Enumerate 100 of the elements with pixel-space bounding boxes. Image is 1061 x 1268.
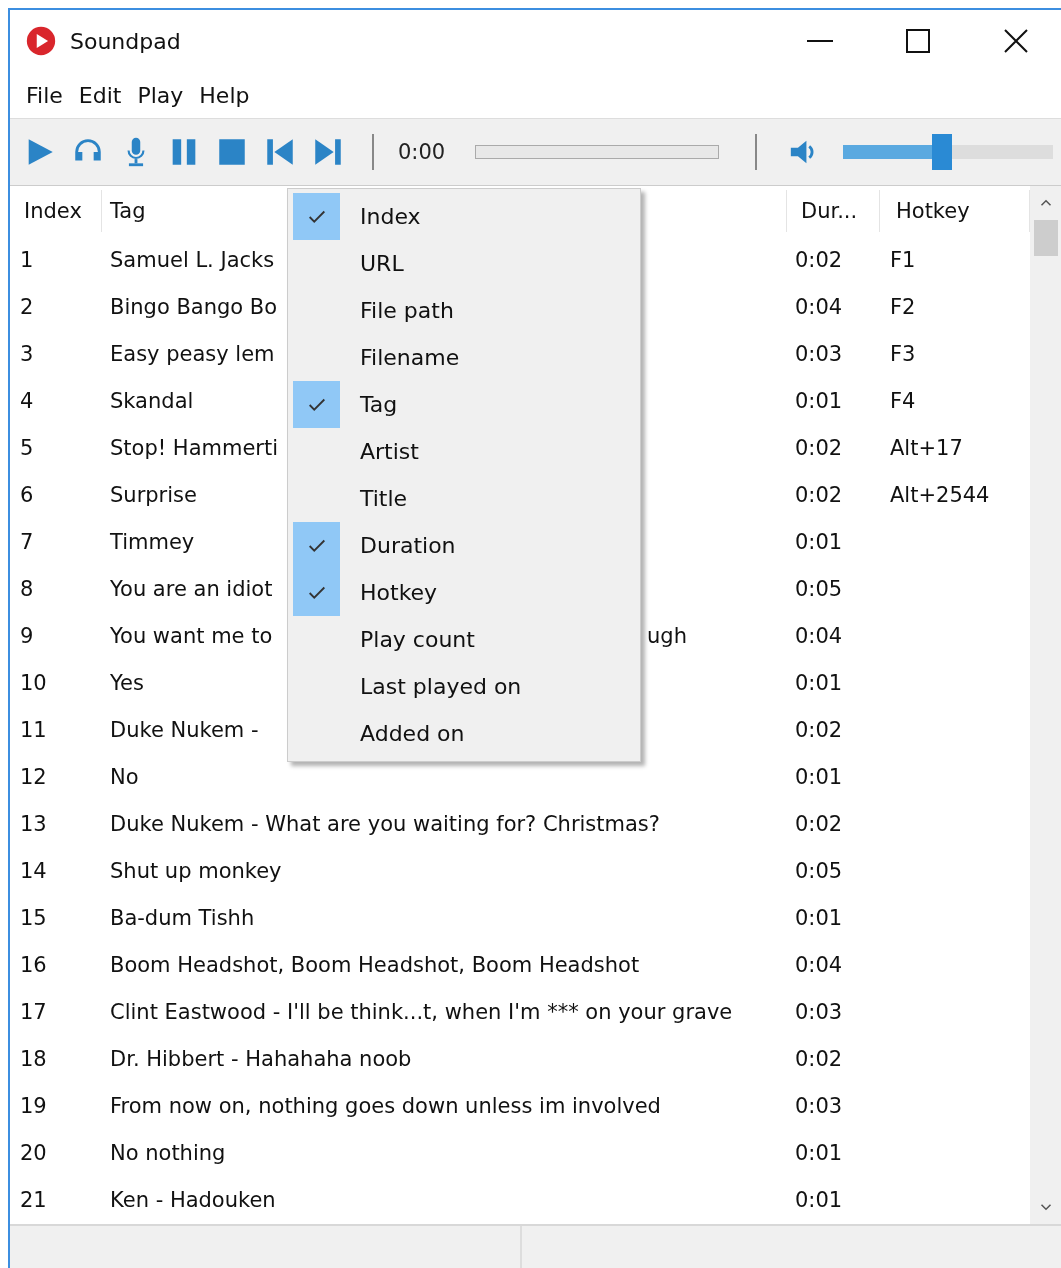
table-cell: 0:02 xyxy=(795,435,843,460)
table-cell: Dr. Hibbert - Hahahaha noob xyxy=(110,1046,412,1071)
table-cell: 0:01 xyxy=(795,1187,843,1212)
table-cell: 0:02 xyxy=(795,482,843,507)
menu-option-label: URL xyxy=(360,251,404,276)
table-cell: F4 xyxy=(890,388,916,413)
menu-option[interactable]: Last played on xyxy=(288,663,640,710)
table-cell: 1 xyxy=(20,247,34,272)
table-cell: 8 xyxy=(20,576,34,601)
table-cell: 11 xyxy=(20,717,47,742)
table-cell: 15 xyxy=(20,905,47,930)
table-cell: Ba-dum Tishh xyxy=(110,905,255,930)
time-display: 0:00 xyxy=(398,140,446,164)
menu-item[interactable]: File xyxy=(22,80,73,110)
menu-item[interactable]: Edit xyxy=(74,80,132,110)
menu-option[interactable]: Filename xyxy=(288,334,640,381)
table-cell: Skandal xyxy=(110,388,194,413)
menu-option[interactable]: Hotkey xyxy=(288,569,640,616)
table-cell: Ken - Hadouken xyxy=(110,1187,276,1212)
table-cell: From now on, nothing goes down unless im involved xyxy=(110,1093,661,1118)
table-cell: 0:01 xyxy=(795,764,843,789)
table-cell: You want me to xyxy=(110,623,273,648)
table-cell: You are an idiot xyxy=(110,576,273,601)
menu-option[interactable]: Duration xyxy=(288,522,640,569)
window-title: Soundpad xyxy=(70,28,181,54)
menu-option-label: Play count xyxy=(360,627,475,652)
table-cell: ugh xyxy=(647,623,687,648)
table-cell: 0:04 xyxy=(795,952,843,977)
table-cell: Alt+17 xyxy=(890,435,963,460)
menu-option[interactable]: Tag xyxy=(288,381,640,428)
menu-option-label: Duration xyxy=(360,533,456,558)
table-cell: Duke Nukem - xyxy=(110,717,259,742)
menu-option-label: Added on xyxy=(360,721,465,746)
table-cell: 4 xyxy=(20,388,34,413)
scrollbar-thumb[interactable] xyxy=(1034,220,1058,256)
menu-option-label: Tag xyxy=(360,392,398,417)
table-cell: 0:04 xyxy=(795,623,843,648)
table-cell: 0:03 xyxy=(795,999,843,1024)
menu-option-label: Artist xyxy=(360,439,419,464)
menu-option[interactable]: Play count xyxy=(288,616,640,663)
table-cell: 0:01 xyxy=(795,905,843,930)
table-cell: 0:03 xyxy=(795,341,843,366)
menu-option[interactable]: Added on xyxy=(288,710,640,757)
table-cell: Samuel L. Jacks xyxy=(110,247,275,272)
table-cell: 0:02 xyxy=(795,247,843,272)
minimize-icon xyxy=(807,39,833,43)
table-cell: No xyxy=(110,764,139,789)
table-cell: 0:01 xyxy=(795,388,843,413)
menu-option-label: Last played on xyxy=(360,674,522,699)
table-cell: Boom Headshot, Boom Headshot, Boom Headshot xyxy=(110,952,640,977)
menu-option[interactable]: File path xyxy=(288,287,640,334)
table-cell: Easy peasy lem xyxy=(110,341,275,366)
menu-option[interactable]: Artist xyxy=(288,428,640,475)
table-cell: 3 xyxy=(20,341,34,366)
menu-option-label: Title xyxy=(360,486,408,511)
table-cell: 0:05 xyxy=(795,858,843,883)
menu-item[interactable]: Play xyxy=(133,80,194,110)
table-cell: 0:02 xyxy=(795,717,843,742)
menu-option[interactable]: Title xyxy=(288,475,640,522)
table-cell: F3 xyxy=(890,341,916,366)
table-cell: 9 xyxy=(20,623,34,648)
seek-bar[interactable] xyxy=(475,145,720,159)
table-cell: Clint Eastwood - I'll be think...t, when I'm *** on your grave xyxy=(110,999,733,1024)
table-cell: 10 xyxy=(20,670,47,695)
table-cell: Stop! Hammerti xyxy=(110,435,279,460)
table-cell: 14 xyxy=(20,858,47,883)
menu-option-label: Index xyxy=(360,204,421,229)
menu-option-label: Filename xyxy=(360,345,460,370)
table-cell: 0:04 xyxy=(795,294,843,319)
table-cell: 0:01 xyxy=(795,670,843,695)
table-cell: 7 xyxy=(20,529,34,554)
table-cell: 17 xyxy=(20,999,47,1024)
menu-option[interactable]: URL xyxy=(288,240,640,287)
table-cell: 0:05 xyxy=(795,576,843,601)
column-header[interactable]: Index xyxy=(10,190,102,232)
menu-item[interactable]: Help xyxy=(195,80,260,110)
menu-option-label: Hotkey xyxy=(360,580,438,605)
table-cell: 21 xyxy=(20,1187,47,1212)
menu-option[interactable]: Index xyxy=(288,193,640,240)
table-cell: 20 xyxy=(20,1140,47,1165)
column-header[interactable]: Dur... xyxy=(787,190,880,232)
table-cell: Duke Nukem - What are you waiting for? Christmas? xyxy=(110,811,660,836)
table-cell: 0:03 xyxy=(795,1093,843,1118)
table-cell: 16 xyxy=(20,952,47,977)
volume-slider[interactable] xyxy=(843,134,1054,170)
volume-thumb[interactable] xyxy=(931,134,952,170)
table-cell: 0:02 xyxy=(795,1046,843,1071)
table-cell: 0:01 xyxy=(795,529,843,554)
table-cell: Timmey xyxy=(110,529,195,554)
table-cell: Alt+2544 xyxy=(890,482,990,507)
table-cell: F2 xyxy=(890,294,916,319)
table-cell: 6 xyxy=(20,482,34,507)
table-cell: F1 xyxy=(890,247,916,272)
app-logo-icon xyxy=(24,24,58,58)
table-cell: 13 xyxy=(20,811,47,836)
table-cell: Surprise xyxy=(110,482,197,507)
table-cell: 5 xyxy=(20,435,34,460)
table-cell: Yes xyxy=(110,670,144,695)
menu-option-label: File path xyxy=(360,298,454,323)
table-cell: 0:01 xyxy=(795,1140,843,1165)
